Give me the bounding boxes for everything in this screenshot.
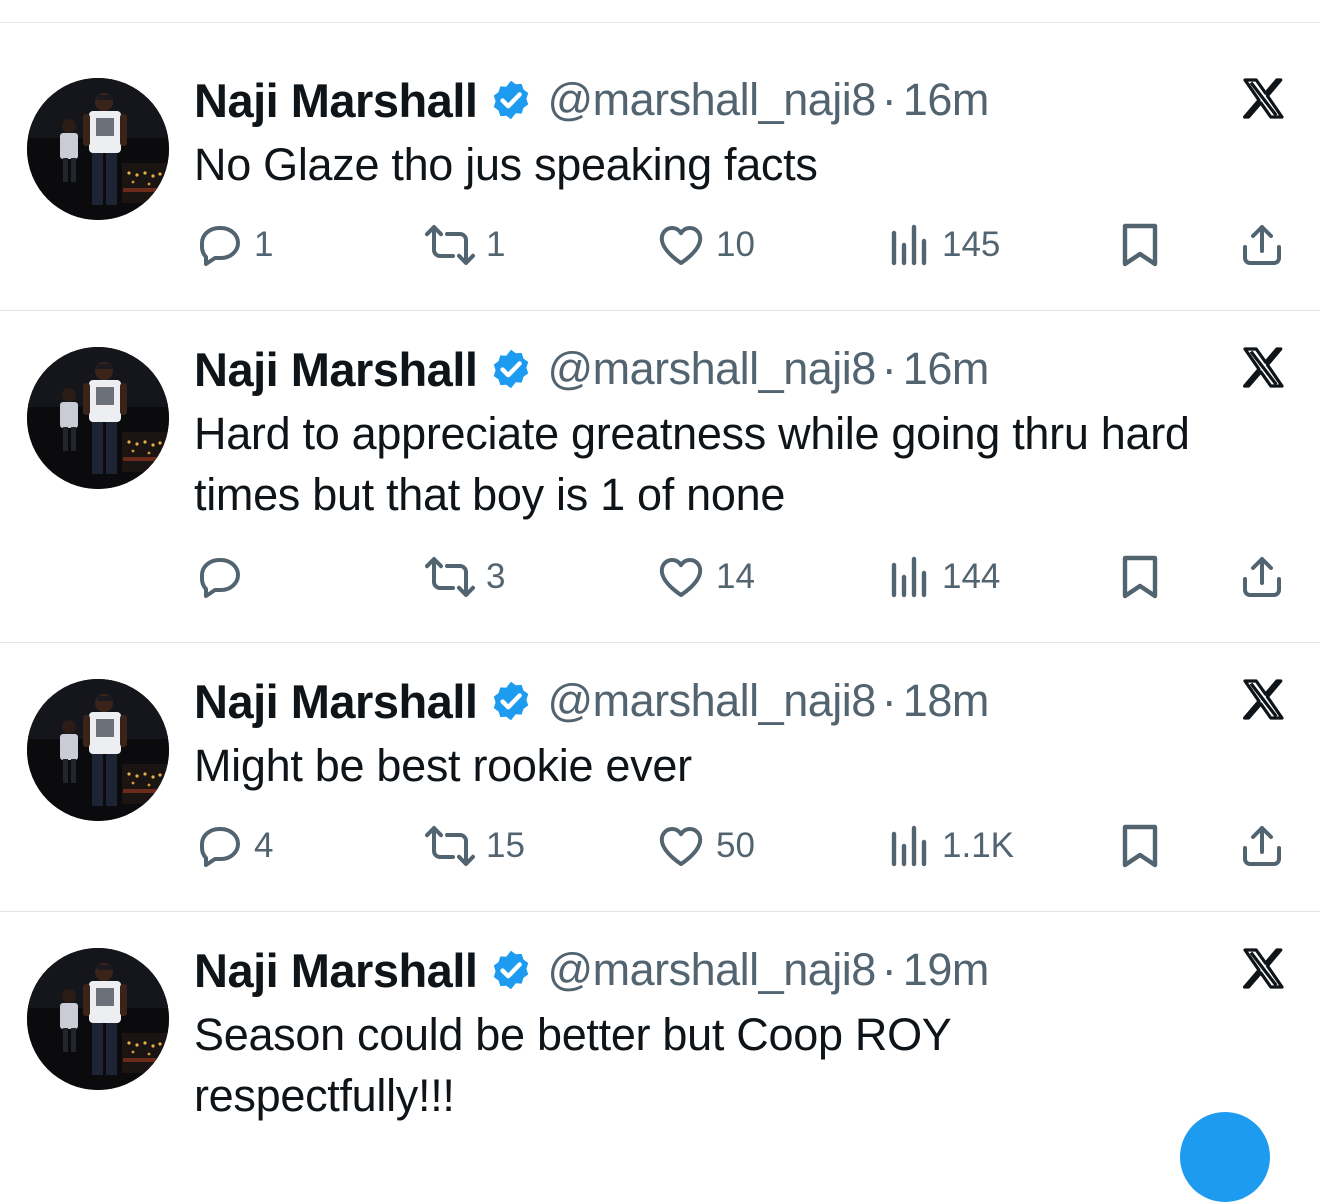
verified-badge-icon: [489, 347, 533, 391]
bookmark-icon: [1122, 555, 1158, 599]
author-handle[interactable]: @marshall_naji8: [547, 675, 876, 727]
share-button[interactable]: [1238, 221, 1286, 269]
bookmark-icon: [1122, 824, 1158, 868]
bookmark-button[interactable]: [1118, 553, 1162, 601]
separator-dot: ·: [881, 74, 897, 125]
repost-button[interactable]: 3: [424, 553, 505, 601]
repost-button[interactable]: 1: [424, 221, 505, 269]
x-logo-icon: [1238, 75, 1288, 123]
reply-button[interactable]: 1: [196, 221, 273, 269]
avatar[interactable]: [27, 347, 169, 489]
tweet-text: Season could be better but Coop ROY resp…: [194, 1009, 951, 1121]
repost-icon: [425, 225, 475, 265]
avatar[interactable]: [27, 679, 169, 821]
like-count: 14: [716, 557, 755, 596]
tweet-header: Naji Marshall @marshall_naji8 · 16m: [194, 70, 989, 130]
timestamp[interactable]: 16m: [903, 343, 990, 395]
reply-icon: [200, 226, 240, 266]
reply-count: 4: [254, 826, 274, 865]
author-name[interactable]: Naji Marshall: [194, 674, 478, 729]
timestamp[interactable]: 19m: [903, 944, 990, 996]
heart-icon: [659, 226, 703, 265]
timestamp[interactable]: 16m: [903, 74, 990, 126]
verified-badge-icon: [489, 78, 533, 122]
like-count: 10: [716, 225, 755, 264]
bookmark-button[interactable]: [1118, 822, 1162, 870]
repost-icon: [425, 826, 475, 866]
heart-icon: [659, 558, 703, 597]
reply-button[interactable]: 4: [196, 822, 273, 870]
repost-count: 3: [486, 557, 506, 596]
tweet-header: Naji Marshall @marshall_naji8 · 18m: [194, 671, 989, 731]
like-button[interactable]: 10: [656, 221, 755, 269]
separator-dot: ·: [881, 343, 897, 394]
author-handle[interactable]: @marshall_naji8: [547, 343, 876, 395]
separator-dot: ·: [881, 675, 897, 726]
x-logo-icon: [1238, 344, 1288, 392]
like-button[interactable]: 50: [656, 822, 755, 870]
share-button[interactable]: [1238, 553, 1286, 601]
views-count: 145: [942, 225, 1001, 264]
avatar[interactable]: [27, 948, 169, 1090]
timestamp[interactable]: 18m: [903, 675, 990, 727]
x-logo-icon: [1238, 945, 1288, 993]
compose-button[interactable]: [1180, 1112, 1270, 1202]
heart-icon: [659, 827, 703, 866]
repost-icon: [425, 557, 475, 597]
share-button[interactable]: [1238, 822, 1286, 870]
views-button[interactable]: 144: [888, 553, 1000, 601]
separator-dot: ·: [881, 944, 897, 995]
tweet-text: Might be best rookie ever: [194, 740, 692, 791]
tweet-text: Hard to appreciate greatness while going…: [194, 408, 1190, 520]
verified-badge-icon: [489, 948, 533, 992]
reply-button[interactable]: [196, 553, 254, 601]
share-icon: [1243, 225, 1281, 265]
views-button[interactable]: 1.1K: [888, 822, 1014, 870]
author-name[interactable]: Naji Marshall: [194, 73, 478, 128]
bookmark-button[interactable]: [1118, 221, 1162, 269]
share-icon: [1243, 557, 1281, 597]
author-handle[interactable]: @marshall_naji8: [547, 944, 876, 996]
like-count: 50: [716, 826, 755, 865]
avatar[interactable]: [27, 78, 169, 220]
reply-count: 1: [254, 225, 274, 264]
author-handle[interactable]: @marshall_naji8: [547, 74, 876, 126]
bookmark-icon: [1122, 223, 1158, 267]
verified-badge-icon: [489, 679, 533, 723]
views-icon: [891, 556, 927, 598]
author-name[interactable]: Naji Marshall: [194, 943, 478, 998]
views-count: 1.1K: [942, 826, 1014, 865]
author-name[interactable]: Naji Marshall: [194, 342, 478, 397]
tweet-item[interactable]: Naji Marshall @marshall_naji8 · 18m Migh…: [0, 643, 1320, 912]
repost-button[interactable]: 15: [424, 822, 525, 870]
tweet-item[interactable]: Naji Marshall @marshall_naji8 · 16m No G…: [0, 23, 1320, 311]
x-logo-icon: [1238, 676, 1288, 724]
tweet-text: No Glaze tho jus speaking facts: [194, 139, 818, 190]
repost-count: 15: [486, 826, 525, 865]
views-icon: [891, 825, 927, 867]
repost-count: 1: [486, 225, 506, 264]
reply-icon: [200, 827, 240, 867]
views-count: 144: [942, 557, 1001, 596]
share-icon: [1243, 826, 1281, 866]
tweet-item[interactable]: Naji Marshall @marshall_naji8 · 19m Seas…: [0, 912, 1320, 1127]
like-button[interactable]: 14: [656, 553, 755, 601]
views-button[interactable]: 145: [888, 221, 1000, 269]
tweet-header: Naji Marshall @marshall_naji8 · 19m: [194, 940, 989, 1000]
tweet-item[interactable]: Naji Marshall @marshall_naji8 · 16m Hard…: [0, 311, 1320, 643]
tweet-header: Naji Marshall @marshall_naji8 · 16m: [194, 339, 989, 399]
reply-icon: [200, 558, 240, 598]
views-icon: [891, 224, 927, 266]
